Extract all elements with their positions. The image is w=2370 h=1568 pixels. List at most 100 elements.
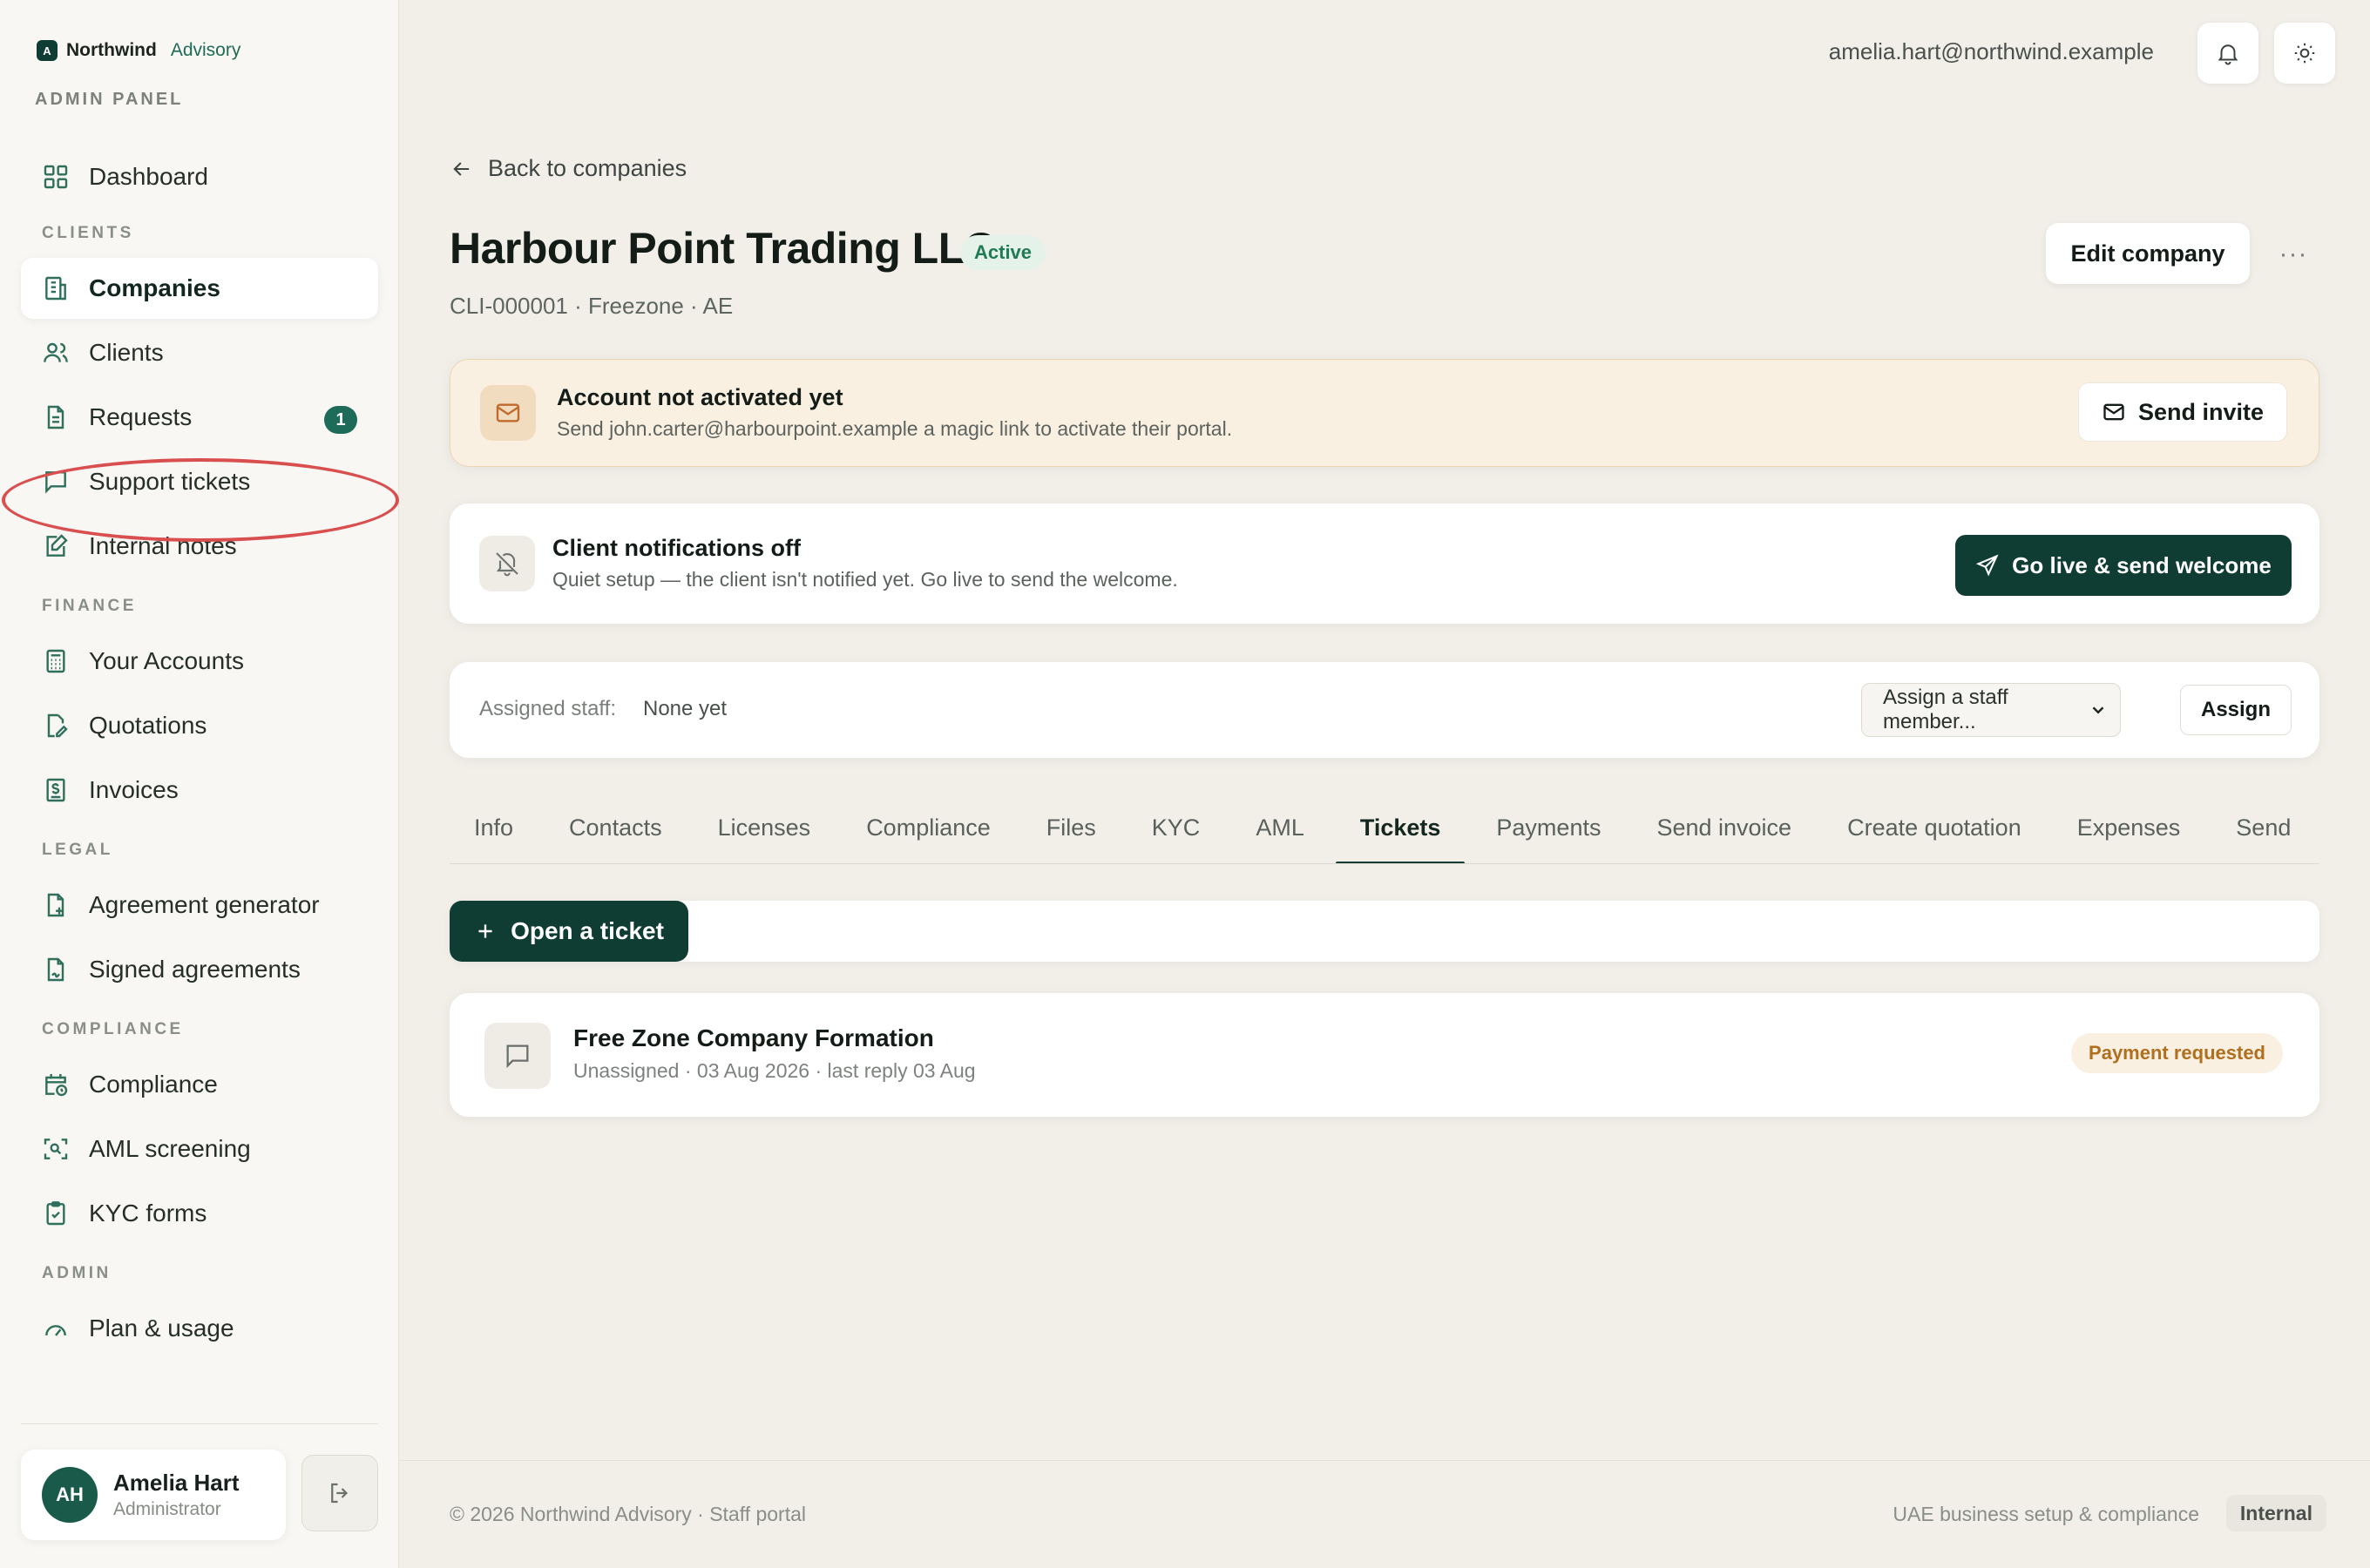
panel-label: ADMIN PANEL (35, 90, 184, 109)
sidebar-item-label: Requests (89, 403, 193, 430)
go-live-button[interactable]: Go live & send welcome (1955, 535, 2292, 596)
sidebar-item-label: AML screening (89, 1135, 251, 1162)
sidebar-item-companies[interactable]: Companies (21, 258, 378, 319)
brand-name: Northwind (66, 40, 157, 60)
bell-icon (2218, 44, 2238, 65)
tab-send[interactable]: Send (2211, 791, 2315, 863)
nav-section-finance: FINANCE (42, 597, 137, 615)
nav-section-legal: LEGAL (42, 841, 113, 859)
sidebar-divider (21, 1423, 378, 1424)
company-meta: CLI-000001 · Freezone · AE (450, 293, 734, 319)
arrow-left-icon (453, 161, 470, 176)
building-icon (45, 276, 66, 301)
staff-select-value: Assign a staff member... (1883, 686, 2008, 733)
users-icon (44, 342, 68, 362)
sidebar-item-compliance[interactable]: Compliance (21, 1054, 378, 1115)
ticket-toolbar: Open a ticket (450, 901, 2319, 962)
sidebar-item-requests[interactable]: Requests 1 (21, 387, 378, 448)
assigned-staff-label: Assigned staff: (479, 697, 616, 720)
brand-sub: Advisory (170, 40, 241, 60)
notifications-title: Client notifications off (552, 535, 801, 561)
send-invite-button[interactable]: Send invite (2078, 382, 2287, 442)
sidebar-item-kyc-forms[interactable]: KYC forms (21, 1183, 378, 1244)
sidebar-item-clients[interactable]: Clients (21, 322, 378, 383)
sidebar-item-label: KYC forms (89, 1200, 207, 1227)
sidebar-item-label: Agreement generator (89, 891, 320, 918)
sidebar-item-label: Dashboard (89, 163, 208, 190)
scan-search-icon (44, 1139, 68, 1159)
file-signed-icon (47, 957, 64, 982)
sidebar-item-label: Quotations (89, 712, 207, 739)
tab-send-invoice[interactable]: Send invoice (1632, 791, 1816, 863)
footer-internal-badge: Internal (2225, 1495, 2326, 1531)
tab-compliance[interactable]: Compliance (842, 791, 1015, 863)
back-to-companies-link[interactable]: Back to companies (450, 155, 687, 182)
sidebar-item-dashboard[interactable]: Dashboard (21, 146, 378, 207)
tab-payments[interactable]: Payments (1472, 791, 1625, 863)
tab-licenses[interactable]: Licenses (694, 791, 836, 863)
footer-tagline: UAE business setup & compliance (1893, 1503, 2199, 1525)
ticket-title: Free Zone Company Formation (573, 1024, 934, 1051)
tab-kyc[interactable]: KYC (1127, 791, 1225, 863)
calendar-clock-icon (45, 1074, 68, 1097)
more-options-button[interactable]: ··· (2271, 235, 2316, 274)
sidebar-item-support-tickets[interactable]: Support tickets (21, 451, 378, 512)
document-icon (47, 405, 64, 429)
staff-member-select[interactable]: Assign a staff member... (1861, 683, 2121, 737)
edit-company-button[interactable]: Edit company (2046, 223, 2250, 284)
tab-contacts[interactable]: Contacts (545, 791, 687, 863)
message-square-icon (484, 1023, 551, 1089)
sidebar-item-label: Internal notes (89, 532, 237, 559)
invoice-icon (46, 778, 65, 802)
page-title: Harbour Point Trading LLC (450, 224, 996, 273)
sidebar-item-label: Your Accounts (89, 647, 244, 674)
sidebar-item-label: Clients (89, 339, 164, 366)
open-ticket-label: Open a ticket (511, 917, 664, 944)
sidebar-item-invoices[interactable]: Invoices (21, 760, 378, 821)
sidebar: A Northwind Advisory ADMIN PANEL Dashboa… (0, 0, 399, 1568)
logout-button[interactable] (301, 1455, 378, 1531)
tab-tickets[interactable]: Tickets (1335, 791, 1466, 863)
bell-off-icon (479, 536, 535, 591)
footer-divider (399, 1460, 2370, 1461)
ticket-row[interactable]: Free Zone Company Formation Unassigned ·… (450, 993, 2319, 1117)
nav-section-admin: ADMIN (42, 1264, 112, 1282)
sidebar-item-quotations[interactable]: Quotations (21, 695, 378, 756)
ticket-status-badge: Payment requested (2071, 1033, 2283, 1073)
send-invite-label: Send invite (2137, 398, 2265, 425)
send-icon (1975, 554, 1999, 577)
sidebar-item-aml-screening[interactable]: AML screening (21, 1119, 378, 1179)
tab-create-quotation[interactable]: Create quotation (1823, 791, 2046, 863)
user-profile-card[interactable]: AH Amelia Hart Administrator (21, 1450, 286, 1540)
assigned-staff-card: Assigned staff: None yet Assign a staff … (450, 662, 2319, 758)
theme-toggle-button[interactable] (2274, 23, 2335, 84)
avatar: AH (42, 1467, 98, 1523)
gauge-icon (45, 1325, 66, 1336)
nav-section-clients: CLIENTS (42, 224, 134, 242)
sidebar-item-signed-agreements[interactable]: Signed agreements (21, 939, 378, 1000)
sidebar-item-agreement-generator[interactable]: Agreement generator (21, 875, 378, 936)
tab-aml[interactable]: AML (1231, 791, 1329, 863)
sidebar-nav: Dashboard CLIENTS Companies Clients Requ… (21, 146, 378, 1359)
plus-icon (478, 924, 492, 938)
tab-expenses[interactable]: Expenses (2053, 791, 2205, 863)
sidebar-item-your-accounts[interactable]: Your Accounts (21, 631, 378, 692)
brand-mark: A (37, 40, 58, 61)
logout-icon (331, 1483, 349, 1504)
back-link-label: Back to companies (488, 155, 687, 181)
status-badge: Active (960, 235, 1046, 270)
footer-copyright: © 2026 Northwind Advisory · Staff portal (450, 1503, 807, 1525)
tab-files[interactable]: Files (1022, 791, 1121, 863)
tab-info[interactable]: Info (450, 791, 538, 863)
brand-logo[interactable]: A Northwind Advisory (37, 40, 240, 61)
go-live-label: Go live & send welcome (2012, 551, 2272, 578)
open-ticket-button[interactable]: Open a ticket (450, 901, 688, 962)
user-name: Amelia Hart (113, 1470, 240, 1496)
chevron-down-icon (2092, 706, 2104, 714)
sidebar-item-internal-notes[interactable]: Internal notes (21, 516, 378, 577)
note-edit-icon (46, 534, 68, 557)
sidebar-item-label: Signed agreements (89, 956, 301, 983)
assign-button[interactable]: Assign (2180, 685, 2292, 735)
notifications-button[interactable] (2197, 23, 2258, 84)
sidebar-item-plan-usage[interactable]: Plan & usage (21, 1298, 378, 1359)
